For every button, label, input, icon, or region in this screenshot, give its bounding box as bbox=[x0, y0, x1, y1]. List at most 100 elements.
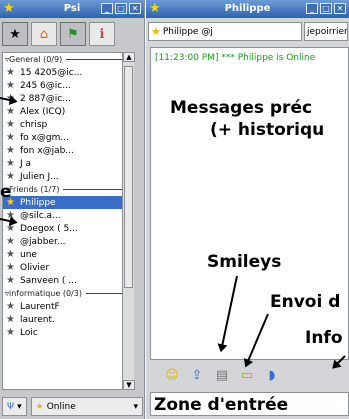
contact-name: @jabber... bbox=[20, 236, 66, 247]
chat-titlebar[interactable]: ★ Philippe _ □ ✕ bbox=[146, 0, 349, 18]
contacts-icon: ⚑ bbox=[67, 26, 79, 42]
recipient-field[interactable]: ★ Philippe @j bbox=[148, 22, 302, 41]
annotation-messages: Messages préc bbox=[170, 98, 313, 118]
scroll-thumb[interactable] bbox=[124, 66, 133, 288]
contacts-button[interactable]: ⚑ bbox=[60, 22, 86, 46]
recipient-name: Philippe @j bbox=[162, 26, 213, 37]
status-combo[interactable]: ★ Online ▾ bbox=[30, 397, 143, 416]
chat-window: ★ Philippe _ □ ✕ ★ Philippe @j jepoirrie… bbox=[146, 0, 349, 419]
contact-list-scrollbar[interactable]: ▲ ▼ bbox=[122, 52, 135, 390]
send-file-icon[interactable]: ⇪ bbox=[189, 368, 205, 383]
contact-name: une bbox=[20, 249, 37, 260]
contact-name: Olivier bbox=[20, 262, 50, 273]
contact-name: laurent. bbox=[20, 314, 55, 325]
contact-status-icon: ★ bbox=[6, 313, 15, 325]
contact-name: Julien J... bbox=[20, 171, 59, 182]
group-divider bbox=[66, 59, 129, 60]
roster-toolbar: ★ ⌂ ⚑ ℹ bbox=[2, 22, 143, 50]
contact-name: J a bbox=[20, 158, 32, 169]
chevron-down-icon: ▾ bbox=[133, 401, 138, 412]
contact-item[interactable]: ★ une bbox=[3, 248, 133, 261]
contact-status-icon: ★ bbox=[6, 79, 15, 91]
roster-window: ★ Psi _ □ ✕ ★ ⌂ ⚑ ℹ ▿ General (0/9) ★ 15 42… bbox=[0, 0, 145, 419]
contact-item[interactable]: ★ J a bbox=[3, 157, 133, 170]
roster-group-label: Friends (1/7) bbox=[9, 185, 60, 194]
psi-menu-icon: Ψ bbox=[7, 401, 15, 412]
contact-name: Doegox ( 5... bbox=[20, 223, 78, 234]
contact-item[interactable]: ★2 887@ic... bbox=[3, 92, 133, 105]
add-contact-button[interactable]: ★ bbox=[2, 22, 28, 46]
roster-group[interactable]: ▿ Friends (1/7) bbox=[3, 183, 133, 196]
minimize-button[interactable]: _ bbox=[101, 3, 113, 14]
print-icon[interactable]: ▤ bbox=[214, 368, 230, 383]
contact-item[interactable]: ★ fo x@gm... bbox=[3, 131, 133, 144]
contact-item[interactable]: ★ 245 6@ic... bbox=[3, 79, 133, 92]
minimize-button[interactable]: _ bbox=[306, 3, 318, 14]
home-icon: ⌂ bbox=[39, 26, 49, 42]
contact-item[interactable]: ★ Julien J... bbox=[3, 170, 133, 183]
contact-list[interactable]: ▿ General (0/9) ★ 15 4205@ic... ★ 245 6@ic...… bbox=[2, 52, 134, 390]
scroll-down-arrow[interactable]: ▼ bbox=[123, 380, 135, 390]
info-button[interactable]: ℹ bbox=[89, 22, 115, 46]
contact-item[interactable]: ★ fon x@jab... bbox=[3, 144, 133, 157]
roster-titlebar[interactable]: ★ Psi _ □ ✕ bbox=[0, 0, 144, 18]
contact-name: Sanveen ( ... bbox=[20, 275, 77, 286]
recipient-jid-field[interactable]: jepoirrier bbox=[304, 22, 348, 41]
maximize-button[interactable]: □ bbox=[320, 3, 332, 14]
status-label: Online bbox=[46, 401, 76, 412]
smiley-icon[interactable]: ☺ bbox=[164, 368, 180, 383]
contact-status-icon: ★ bbox=[6, 235, 15, 247]
contact-name: Alex (ICQ) bbox=[20, 106, 66, 117]
contact-name: 15 4205@ic... bbox=[20, 67, 83, 78]
contact-status-icon: ★ bbox=[6, 66, 15, 78]
contact-item[interactable]: ★ laurent. bbox=[3, 313, 133, 326]
contact-item[interactable]: ★ 15 4205@ic... bbox=[3, 66, 133, 79]
contact-status-icon: ★ bbox=[6, 105, 15, 117]
log-message: [11:23:00 PM] *** Philippe is Online bbox=[155, 53, 316, 63]
contact-item[interactable]: ★ Olivier bbox=[3, 261, 133, 274]
contact-name: fon x@jab... bbox=[20, 145, 74, 156]
contact-status-icon: ★ bbox=[6, 248, 15, 260]
contact-name: 2 887@ic... bbox=[20, 93, 71, 104]
annotation-info: Info bbox=[305, 328, 343, 348]
roster-group-label: informatique (0/3) bbox=[9, 289, 82, 298]
contact-status-icon: ★ bbox=[6, 326, 15, 338]
message-log[interactable]: [11:23:00 PM] *** Philippe is Online bbox=[150, 47, 349, 360]
roster-group[interactable]: ▿ General (0/9) bbox=[3, 53, 133, 66]
contact-status-icon: ★ bbox=[6, 157, 15, 169]
shield-icon[interactable]: ◗ bbox=[264, 368, 280, 383]
contact-status-icon: ★ bbox=[6, 274, 15, 286]
contact-item[interactable]: ★ Loic bbox=[3, 326, 133, 339]
contact-status-icon: ★ bbox=[6, 170, 15, 182]
contact-item[interactable]: ★ chrisp bbox=[3, 118, 133, 131]
annotation-historique: (+ historiqu bbox=[210, 120, 325, 140]
close-button[interactable]: ✕ bbox=[334, 3, 346, 14]
contact-item[interactable]: ★ Philippe bbox=[3, 196, 133, 209]
contact-status-icon: ★ bbox=[6, 118, 15, 130]
close-button[interactable]: ✕ bbox=[129, 3, 141, 14]
annotation-smileys: Smileys bbox=[207, 252, 282, 272]
contact-name: Philippe bbox=[20, 197, 56, 208]
roster-group[interactable]: ▿ informatique (0/3) bbox=[3, 287, 133, 300]
contact-item[interactable]: ★ Doegox ( 5... bbox=[3, 222, 133, 235]
contact-name: Loic bbox=[20, 327, 38, 338]
contact-item[interactable]: ★ @jabber... bbox=[3, 235, 133, 248]
contact-item[interactable]: ★ Sanveen ( ... bbox=[3, 274, 133, 287]
annotation-zone: Zone d'entrée bbox=[154, 395, 289, 415]
contact-status-icon: ★ bbox=[6, 131, 15, 143]
roster-group-label: General (0/9) bbox=[9, 55, 63, 64]
contact-name: 245 6@ic... bbox=[20, 80, 71, 91]
annotation-envoi: Envoi d bbox=[270, 292, 341, 312]
maximize-button[interactable]: □ bbox=[115, 3, 127, 14]
contact-item[interactable]: ★ Alex (ICQ) bbox=[3, 105, 133, 118]
info-icon[interactable]: ▭ bbox=[239, 368, 255, 383]
contact-status-icon: ★ bbox=[6, 144, 15, 156]
online-star-icon: ★ bbox=[35, 401, 44, 412]
home-button[interactable]: ⌂ bbox=[31, 22, 57, 46]
contact-item[interactable]: ★ LaurentF bbox=[3, 300, 133, 313]
group-divider bbox=[63, 189, 129, 190]
menu-combo[interactable]: Ψ ▾ bbox=[2, 397, 27, 416]
contact-item[interactable]: ★ @silc.a... bbox=[3, 209, 133, 222]
contact-status-icon: ★ bbox=[6, 300, 15, 312]
scroll-up-arrow[interactable]: ▲ bbox=[123, 52, 135, 62]
